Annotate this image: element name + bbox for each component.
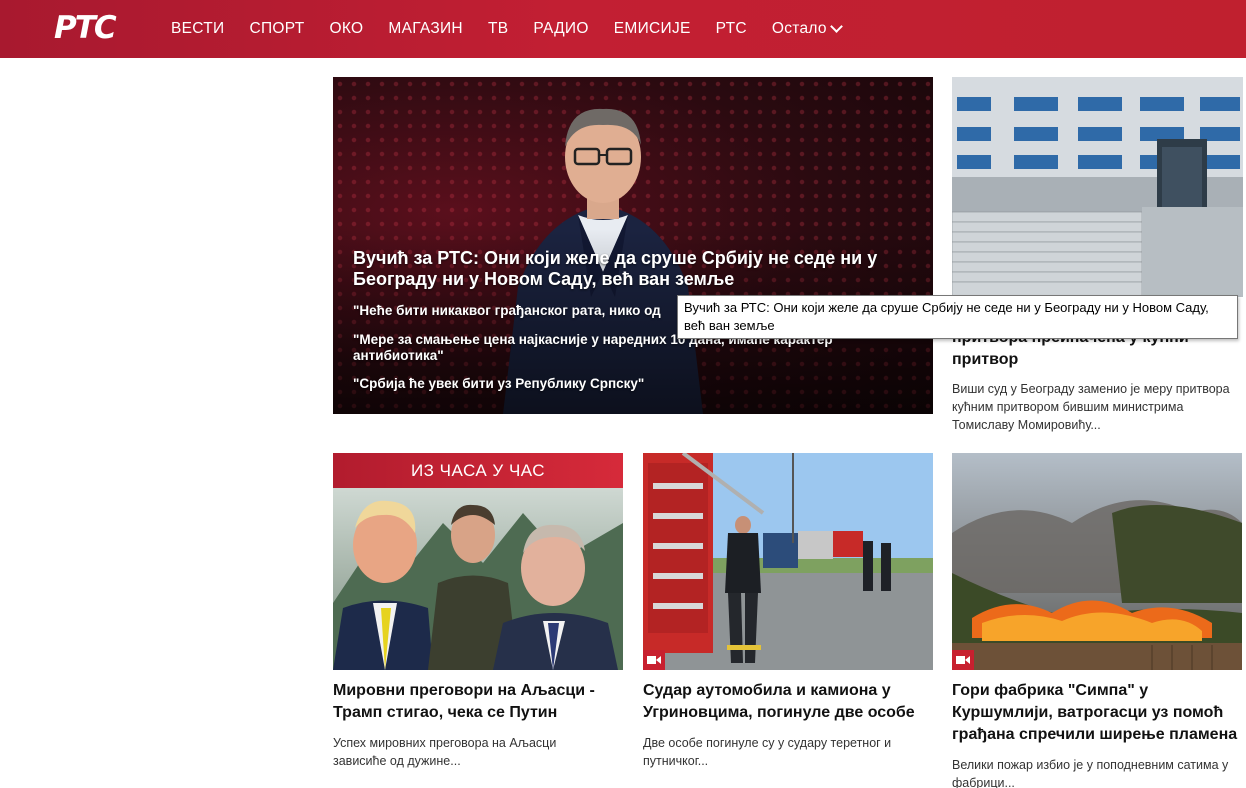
card-title-crash[interactable]: Судар аутомобила и камиона у Угриновцима… (643, 680, 928, 724)
nav-item-sport[interactable]: СПОРТ (249, 20, 304, 38)
card-image-fire[interactable] (952, 453, 1242, 670)
factory-fire-image (952, 453, 1242, 670)
hero-related-item[interactable]: "Србија ће увек бити уз Републику Српску… (353, 376, 893, 392)
card-desc-crash: Две особе погинуле су у судару теретног … (643, 736, 892, 768)
hero-story[interactable]: Вучић за РТС: Они који желе да сруше Срб… (333, 77, 933, 414)
hero-headline[interactable]: Вучић за РТС: Они који желе да сруше Срб… (353, 248, 913, 290)
nav-item-oko[interactable]: ОКО (329, 20, 363, 38)
card-title-fire[interactable]: Гори фабрика "Симпа" у Куршумлији, ватро… (952, 680, 1242, 746)
main-nav: ВЕСТИ СПОРТ ОКО МАГАЗИН ТВ РАДИО ЕМИСИЈЕ… (171, 0, 866, 58)
hover-tooltip: Вучић за РТС: Они који желе да сруше Срб… (677, 295, 1238, 339)
video-camera-icon (952, 650, 974, 670)
nav-item-vesti[interactable]: ВЕСТИ (171, 20, 224, 38)
nav-item-radio[interactable]: РАДИО (533, 20, 588, 38)
card-image-crash[interactable] (643, 453, 933, 670)
nav-item-emisije[interactable]: ЕМИСИЈЕ (614, 20, 691, 38)
top-navigation-bar: РТС ВЕСТИ СПОРТ ОКО МАГАЗИН ТВ РАДИО ЕМИ… (0, 0, 1246, 58)
court-building-image (952, 77, 1243, 297)
card-desc-summit: Успех мировних преговора на Аљасци завис… (333, 736, 557, 768)
card-title-summit[interactable]: Мировни преговори на Аљасци - Трамп стиг… (333, 680, 613, 724)
side-story-image[interactable] (952, 77, 1243, 297)
nav-more-label: Остало (771, 20, 827, 37)
nav-more-dropdown[interactable]: Остало (771, 20, 843, 38)
video-camera-icon (643, 650, 665, 670)
live-updates-banner[interactable]: ИЗ ЧАСА У ЧАС (333, 453, 623, 488)
nav-item-tv[interactable]: ТВ (488, 20, 508, 38)
nav-item-magazin[interactable]: МАГАЗИН (388, 20, 463, 38)
card-desc-fire: Велики пожар избио је у поподневним сати… (952, 758, 1229, 788)
nav-item-rts[interactable]: РТС (716, 20, 747, 38)
crash-scene-image (643, 453, 933, 670)
rts-logo[interactable]: РТС (54, 12, 126, 44)
side-story-description: Виши суд у Београду заменио је меру прит… (952, 382, 1230, 432)
chevron-down-icon (829, 20, 843, 33)
card-image-summit[interactable]: ИЗ ЧАСА У ЧАС (333, 453, 623, 670)
